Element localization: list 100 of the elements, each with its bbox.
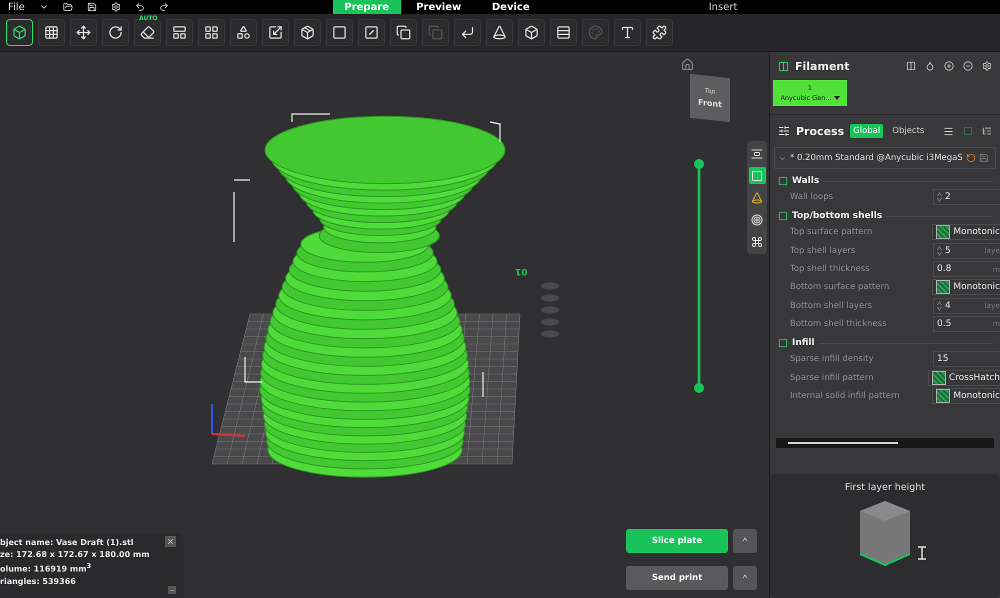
toolbar-button[interactable] (70, 19, 97, 46)
shapes-icon (236, 25, 251, 40)
eraser-icon (140, 25, 155, 40)
section-heading: Top/bottom shells (792, 211, 882, 222)
toolbar-button[interactable] (646, 19, 673, 46)
toolbar-button[interactable] (390, 19, 417, 46)
toolbar-button[interactable] (6, 19, 33, 46)
toolbar-button[interactable] (262, 19, 289, 46)
pattern-icon (932, 370, 946, 385)
copy-icon (396, 25, 411, 40)
section-heading: Walls (792, 176, 820, 186)
close-icon (166, 537, 175, 546)
home-icon[interactable] (681, 58, 694, 71)
setting-label: Top shell layers (790, 246, 856, 256)
toolbar-button[interactable] (294, 19, 321, 46)
toolbar-button[interactable] (38, 19, 65, 46)
setting-label: Top shell thickness (790, 264, 871, 274)
settings-icon[interactable] (110, 2, 121, 12)
setting-label: Wall loops (790, 192, 834, 202)
reset-icon[interactable] (966, 153, 976, 163)
setting-label: Internal solid infill pattern (790, 390, 901, 401)
filament-icon (778, 60, 789, 72)
command-icon (751, 236, 763, 248)
rows-icon (556, 25, 571, 40)
tree-icon[interactable] (982, 126, 992, 136)
section-heading: Infill (792, 338, 815, 348)
plate-number: 01 (515, 266, 528, 276)
object-info-text: riangles: 539366 (0, 576, 76, 586)
setting-label: Bottom shell thickness (790, 318, 888, 329)
slashed-square-icon (364, 25, 379, 40)
rotate-icon (108, 25, 123, 40)
close-button[interactable] (165, 536, 176, 547)
cube-face-label: Front (698, 98, 722, 110)
setting-field[interactable]: Monotonic (932, 279, 1000, 296)
add-icon[interactable] (944, 61, 954, 71)
panel-icon (172, 25, 187, 40)
corner-icon (460, 25, 475, 40)
toolbar-button[interactable] (198, 19, 225, 46)
hint-title: First layer height (844, 482, 926, 493)
split-icon[interactable] (906, 61, 916, 71)
spinner-icon[interactable] (937, 300, 942, 311)
list-icon[interactable] (943, 126, 954, 136)
square-icon (332, 25, 347, 40)
spinner-icon[interactable] (937, 246, 942, 256)
support-icon (751, 192, 763, 204)
cone-icon (492, 25, 507, 40)
toolbar-button[interactable] (550, 19, 577, 46)
more-button[interactable]: ^ (733, 529, 757, 553)
folder-icon[interactable] (62, 2, 73, 12)
scope-tab[interactable]: Objects (889, 124, 928, 138)
layer-range-slider[interactable] (693, 158, 705, 394)
setting-field[interactable]: 15 (933, 351, 1000, 368)
mode-tab[interactable]: Preview (404, 0, 473, 14)
toolbar-button[interactable] (230, 19, 257, 46)
cube-icon (524, 25, 539, 40)
side-toolbar-button[interactable] (748, 167, 766, 184)
setting-label: Sparse infill pattern (790, 372, 875, 383)
scrollbar[interactable] (776, 438, 994, 448)
toolbar-button[interactable] (326, 19, 353, 46)
toolbar-button[interactable] (486, 19, 513, 46)
setting-label: Bottom shell layers (790, 300, 874, 311)
object-info-text: ze: 172.68 x 172.67 x 180.00 mm (0, 550, 150, 559)
droplet-icon[interactable] (925, 61, 935, 71)
setting-field[interactable]: 2 (933, 189, 1000, 206)
toolbar-button[interactable] (454, 19, 481, 46)
setting-field[interactable]: CrossHatch (928, 370, 1000, 386)
mode-tab[interactable]: Device (476, 0, 545, 14)
insert-label: Insert (708, 2, 738, 12)
spinner-icon[interactable] (937, 192, 942, 202)
section-icon (778, 338, 788, 348)
undo-icon[interactable] (134, 2, 145, 12)
move-icon (76, 25, 91, 40)
action-button[interactable]: Send print (626, 566, 728, 590)
remove-icon[interactable] (963, 61, 973, 71)
scale-icon (268, 25, 283, 40)
caret-icon (834, 96, 840, 100)
axis-drawing (211, 404, 246, 437)
object-info-text: olume: 116919 mm$^{3}$ (0, 562, 92, 574)
pattern-icon (936, 280, 950, 294)
section-icon (778, 176, 788, 186)
object-info-text: bject name: Vase Draft (1).stl (0, 538, 134, 547)
file-menu[interactable]: File (8, 2, 25, 12)
type-icon (620, 25, 635, 40)
settings-icon[interactable] (982, 61, 992, 71)
toolbar-button[interactable] (102, 19, 129, 46)
section-title: Filament (795, 60, 850, 72)
setting-field[interactable]: Monotonic (932, 388, 1000, 404)
target-icon (751, 214, 763, 226)
redo-icon[interactable] (158, 2, 169, 12)
toolbar-button[interactable] (518, 19, 545, 46)
layers-icon (751, 148, 763, 160)
grid-icon (204, 25, 219, 40)
toolbar-button[interactable] (166, 19, 193, 46)
square-icon[interactable] (963, 126, 973, 136)
setting-label: Sparse infill density (790, 354, 875, 364)
frame-icon (751, 170, 763, 182)
toolbar-button[interactable] (614, 19, 641, 46)
toolbar-button[interactable] (358, 19, 385, 46)
more-button[interactable]: ^ (733, 566, 757, 590)
setting-field[interactable]: Monotonic (932, 224, 1000, 240)
